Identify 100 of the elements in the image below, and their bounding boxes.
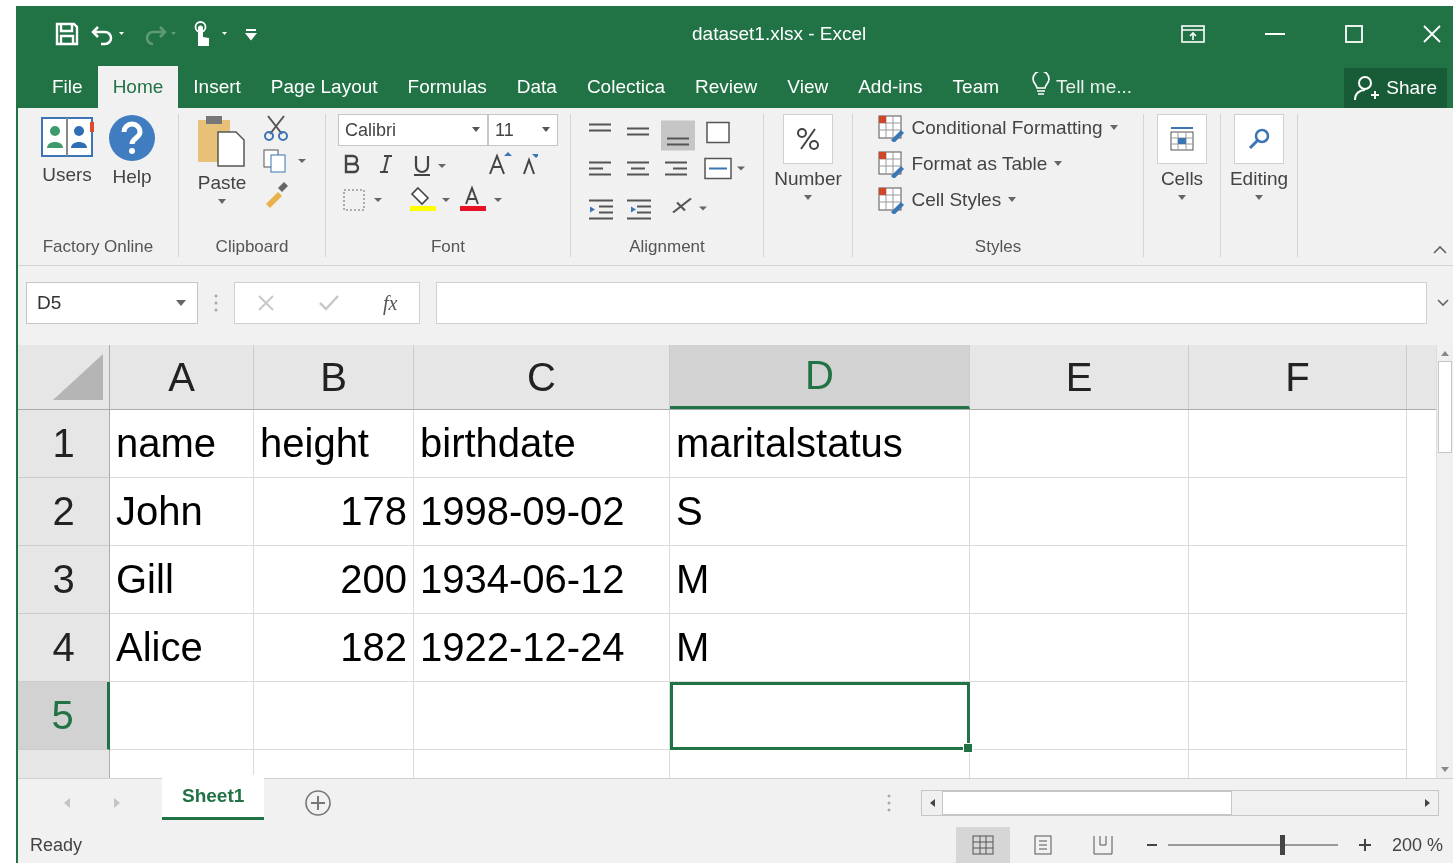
scroll-right-icon[interactable] (1424, 798, 1432, 808)
table-cell: 1922-12-24 (414, 614, 670, 682)
add-sheet-icon[interactable] (304, 789, 333, 817)
person-add-icon (1354, 75, 1381, 101)
name-box[interactable]: D5 (26, 282, 198, 324)
customize-icon[interactable] (244, 26, 258, 42)
tell-me-field[interactable]: Tell me... (1056, 76, 1133, 108)
check-icon (317, 294, 340, 312)
styles-menu-button[interactable]: Conditional Formatting (877, 114, 1119, 142)
search-icon (1234, 114, 1284, 164)
collapse-ribbon-icon[interactable] (1433, 245, 1447, 255)
caret-icon (803, 194, 813, 202)
ribbon-tab[interactable]: Home (97, 66, 179, 108)
row-header[interactable]: 3 (18, 546, 110, 614)
scroll-thumb[interactable] (1438, 361, 1452, 453)
lightbulb-icon (1032, 72, 1051, 96)
group-label: Alignment (629, 237, 705, 257)
number-button[interactable]: Number (774, 114, 842, 202)
zoom-level[interactable]: 200 % (1391, 834, 1453, 856)
grid-icon (971, 835, 994, 855)
font-name-dropdown[interactable]: Calibri (338, 114, 488, 146)
address-book-icon (40, 114, 94, 160)
ribbon-tab[interactable]: Add-ins (843, 76, 938, 108)
expand-icon[interactable] (1437, 299, 1449, 307)
copy-icon[interactable] (262, 148, 308, 174)
scissors-icon[interactable] (262, 114, 290, 142)
table-cell: M (670, 614, 970, 682)
ribbon-tab[interactable]: Review (680, 76, 773, 108)
table-style-icon (877, 114, 906, 142)
caret-icon (1053, 160, 1064, 168)
column-header[interactable]: F (1189, 345, 1407, 409)
group-label: Font (431, 237, 465, 257)
column-header[interactable]: E (970, 345, 1189, 409)
column-header[interactable]: A (110, 345, 254, 409)
column-header[interactable]: B (254, 345, 414, 409)
ribbon-tab[interactable]: Page Layout (255, 76, 393, 108)
cancel-icon (256, 294, 275, 312)
ribbon-tab[interactable]: Team (937, 76, 1015, 108)
grip-icon (214, 294, 218, 312)
window-title: dataset1.xlsx - Excel (691, 23, 868, 45)
users-button[interactable]: Users (40, 114, 94, 186)
status-text: Ready (30, 834, 83, 856)
caret-icon (217, 198, 227, 206)
zoom-out-icon[interactable] (1145, 843, 1158, 847)
zoom-in-icon[interactable] (1357, 838, 1372, 852)
ribbon-tab[interactable]: Insert (178, 76, 256, 108)
sheet-tab[interactable]: Sheet1 (162, 774, 265, 820)
caret-icon (1254, 194, 1264, 202)
help-button[interactable]: Help (108, 114, 156, 188)
share-button[interactable]: Share (1344, 68, 1447, 108)
ribbon-tab[interactable]: Formulas (392, 76, 502, 108)
cells-icon (1157, 114, 1207, 164)
caret-icon (175, 299, 187, 307)
cells-button[interactable]: Cells (1157, 114, 1207, 202)
table-cell: 178 (254, 478, 414, 546)
scroll-down-icon[interactable] (1440, 766, 1450, 774)
scroll-left-icon[interactable] (928, 798, 936, 808)
table-cell: 182 (254, 614, 414, 682)
font-size-dropdown[interactable]: 11 (488, 114, 558, 146)
row-header[interactable]: 1 (18, 410, 110, 478)
caret-icon (1007, 196, 1018, 204)
paste-button[interactable]: Paste (196, 114, 248, 206)
formula-input[interactable] (436, 282, 1427, 324)
page-icon (1031, 835, 1054, 855)
horizontal-scrollbar[interactable] (921, 790, 1439, 816)
clipboard-icon (196, 114, 248, 168)
row-header[interactable]: 5 (18, 682, 110, 750)
previous-sheet-icon (62, 797, 72, 809)
ribbon-tab[interactable]: Colectica (571, 76, 681, 108)
vertical-scrollbar[interactable] (1436, 345, 1453, 778)
table-cell: John (110, 478, 254, 546)
table-cell: height (254, 410, 414, 478)
active-cell[interactable] (670, 682, 970, 750)
editing-button[interactable]: Editing (1229, 114, 1289, 202)
scroll-thumb[interactable] (942, 791, 1232, 815)
help-icon (108, 114, 156, 162)
styles-menu-button[interactable]: Cell Styles (877, 186, 1018, 214)
close-icon[interactable] (1423, 25, 1441, 43)
table-cell: S (670, 478, 970, 546)
styles-menu-button[interactable]: Format as Table (877, 150, 1064, 178)
minimize-icon[interactable] (1265, 32, 1285, 36)
maximize-icon[interactable] (1345, 25, 1363, 43)
ribbon-tab[interactable]: View (772, 76, 844, 108)
group-label: Clipboard (215, 237, 289, 257)
caret-icon (1177, 194, 1187, 202)
ribbon-tab[interactable]: File (18, 76, 98, 108)
ribbon-tab[interactable]: Data (501, 76, 572, 108)
table-cell: Alice (110, 614, 254, 682)
insert-function-button[interactable]: fx (382, 291, 398, 315)
column-header[interactable]: D (670, 345, 970, 409)
table-cell: 1998-09-02 (414, 478, 670, 546)
table-cell: name (110, 410, 254, 478)
save-icon[interactable] (54, 21, 80, 47)
scroll-up-icon[interactable] (1440, 349, 1450, 357)
table-style-icon (877, 186, 906, 214)
row-header[interactable]: 4 (18, 614, 110, 682)
grip-icon (887, 794, 891, 812)
ribbon-display-icon[interactable] (1181, 25, 1205, 43)
row-header[interactable]: 2 (18, 478, 110, 546)
page-break-icon (1091, 835, 1114, 855)
